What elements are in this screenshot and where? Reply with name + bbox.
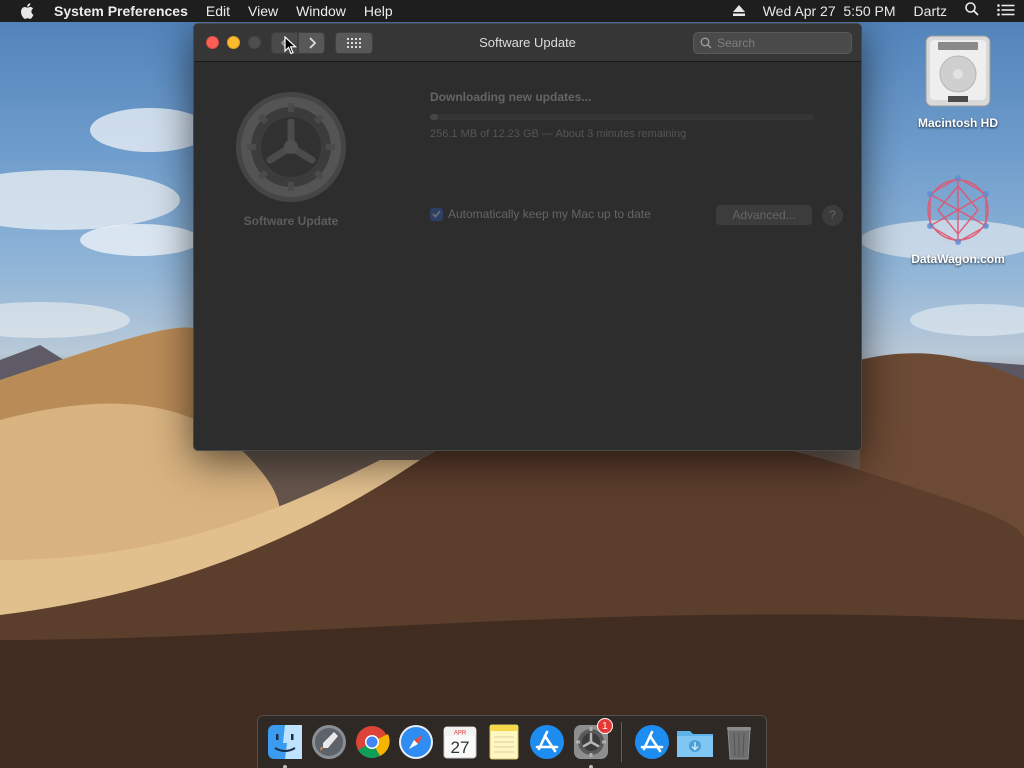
- chrome-icon: [356, 726, 390, 759]
- notification-badge: 1: [596, 718, 613, 734]
- search-field[interactable]: [693, 32, 852, 54]
- software-update-window: Software Update Search Software Update D…: [193, 23, 862, 451]
- dock-separator: [620, 722, 622, 762]
- desktop-icon-macintosh-hd[interactable]: Macintosh HD: [898, 32, 1018, 130]
- app-store-icon: [634, 725, 669, 759]
- window-controls: [206, 36, 261, 49]
- downloads-folder-icon: [677, 731, 714, 757]
- datawagon-logo-icon: [898, 172, 1018, 248]
- notes-icon: [489, 724, 519, 760]
- safari-icon: [399, 725, 434, 759]
- menu-edit[interactable]: Edit: [197, 0, 239, 22]
- show-all-button[interactable]: [335, 32, 373, 54]
- dock-downloads-folder[interactable]: [674, 720, 718, 764]
- menu-window[interactable]: Window: [287, 0, 355, 22]
- advanced-button[interactable]: Advanced...: [716, 205, 812, 225]
- notification-center-icon[interactable]: [988, 0, 1024, 22]
- menu-help[interactable]: Help: [355, 0, 402, 22]
- apple-menu-icon[interactable]: [0, 0, 54, 22]
- dock-system-preferences[interactable]: 1: [569, 718, 613, 768]
- software-update-gear-icon: [234, 90, 348, 204]
- launchpad-icon: [311, 725, 346, 759]
- app-menu-system-preferences[interactable]: System Preferences: [54, 0, 197, 22]
- dock-app-store-downloads[interactable]: [630, 720, 674, 764]
- dock-calendar[interactable]: APR 27: [438, 720, 482, 764]
- dock-chrome[interactable]: [350, 720, 394, 764]
- help-button[interactable]: ?: [822, 205, 843, 226]
- desktop-icon-label: Macintosh HD: [917, 116, 998, 130]
- hard-drive-icon: [898, 32, 1018, 112]
- spotlight-search-icon[interactable]: [956, 0, 988, 22]
- download-progress-bar: [430, 114, 814, 120]
- dock-safari[interactable]: [394, 720, 438, 764]
- software-update-pane: Software Update Downloading new updates.…: [194, 62, 861, 450]
- mouse-cursor-icon: [284, 35, 298, 60]
- auto-update-checkbox[interactable]: [430, 207, 443, 221]
- app-store-icon: [530, 725, 565, 759]
- chevron-right-icon: [308, 37, 316, 49]
- dock-trash[interactable]: [717, 720, 761, 764]
- calendar-icon: APR 27: [443, 726, 477, 759]
- calendar-day: 27: [450, 738, 469, 757]
- search-input[interactable]: [717, 36, 842, 50]
- dock: APR 27 1: [257, 715, 767, 768]
- checkmark-icon: [432, 210, 441, 218]
- close-window-button[interactable]: [206, 36, 219, 49]
- menu-bar: System Preferences Edit View Window Help…: [0, 0, 1024, 22]
- search-icon: [700, 37, 712, 49]
- eject-icon[interactable]: [724, 0, 754, 22]
- calendar-month: APR: [454, 731, 467, 737]
- menu-view[interactable]: View: [239, 0, 287, 22]
- auto-update-label[interactable]: Automatically keep my Mac up to date: [448, 207, 651, 221]
- desktop-icon-datawagon[interactable]: DataWagon.com: [898, 172, 1018, 266]
- menubar-user[interactable]: Dartz: [905, 0, 956, 22]
- finder-icon: [267, 725, 302, 759]
- menubar-clock[interactable]: Wed Apr 27 5:50 PM: [754, 0, 905, 22]
- auto-update-row: Automatically keep my Mac up to date: [430, 207, 651, 221]
- navigation-buttons: [271, 32, 325, 54]
- dock-app-store[interactable]: [525, 720, 569, 764]
- dock-notes[interactable]: [482, 720, 526, 764]
- trash-icon: [727, 727, 752, 760]
- download-progress-fill: [430, 114, 438, 120]
- desktop-icon-label: DataWagon.com: [911, 252, 1005, 266]
- preference-pane-name: Software Update: [243, 214, 339, 228]
- dock-finder[interactable]: [263, 720, 307, 768]
- minimize-window-button[interactable]: [227, 36, 240, 49]
- dock-launchpad[interactable]: [307, 720, 351, 764]
- forward-button[interactable]: [298, 32, 325, 54]
- grid-icon: [347, 38, 361, 48]
- update-status-title: Downloading new updates...: [430, 90, 592, 104]
- zoom-window-button: [248, 36, 261, 49]
- update-status-detail: 256.1 MB of 12.23 GB — About 3 minutes r…: [430, 128, 687, 140]
